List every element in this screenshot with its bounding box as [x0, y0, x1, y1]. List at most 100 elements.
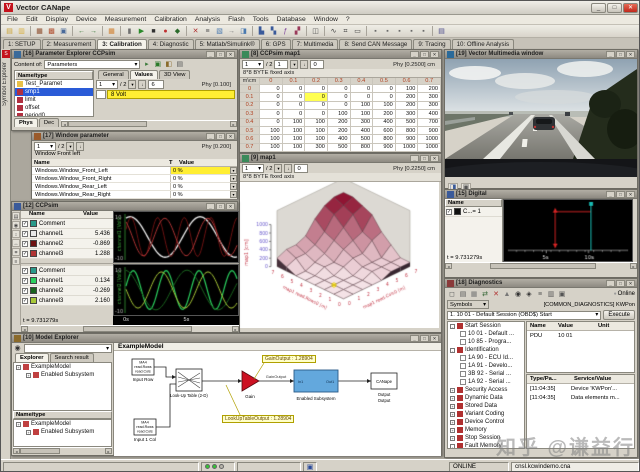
map-value-cell[interactable]: 0	[283, 93, 306, 101]
column-header-cell[interactable]: 0.7	[418, 78, 441, 85]
map-value-cell[interactable]: 0	[305, 93, 328, 101]
window-maximize-button[interactable]: □	[616, 280, 625, 287]
map-value-cell[interactable]: 400	[418, 110, 441, 118]
row-header-cell[interactable]: 0.2	[240, 102, 260, 110]
expand-toggle-icon[interactable]: +	[16, 365, 21, 370]
param-view-tab-3dview[interactable]: 3D View	[159, 70, 190, 79]
app-minimize-button[interactable]: _	[591, 3, 606, 13]
axis-value-box[interactable]: 6	[148, 80, 164, 89]
scope-icon[interactable]: ∿	[328, 26, 339, 37]
log-column-header[interactable]: Type/Pa...	[527, 375, 571, 383]
device-database-icon[interactable]: ▩	[46, 26, 57, 37]
device-view-icon[interactable]: ▣	[58, 26, 69, 37]
map-value-cell[interactable]: 0	[283, 85, 306, 93]
diagnostic-group-item[interactable]: -Fault Memory	[448, 442, 524, 449]
filetype-icon-2[interactable]: ▪	[382, 26, 393, 37]
channel-row[interactable]: ✓channel15.436	[21, 229, 113, 239]
map-value-cell[interactable]: 600	[373, 127, 396, 135]
map-value-cell[interactable]: 100	[305, 135, 328, 143]
parameter-value[interactable]: 0 %	[170, 167, 230, 174]
map-value-cell[interactable]: 100	[351, 110, 374, 118]
diag-filter-icon[interactable]: ▲	[502, 289, 512, 299]
page-tab-4[interactable]: 4: Diagnostic	[148, 39, 194, 49]
map-value-cell[interactable]: 100	[305, 119, 328, 127]
new-window-icon[interactable]: ▧	[214, 26, 225, 37]
parameter-value-cell[interactable]: 8 Volt	[107, 90, 235, 99]
map-value-cell[interactable]: 0	[305, 102, 328, 110]
copy-page-icon[interactable]: ▤	[436, 26, 447, 37]
next-window-icon[interactable]: →	[226, 26, 237, 37]
map-value-cell[interactable]: 0	[260, 93, 283, 101]
waveform-plot-panel2[interactable]	[113, 264, 239, 316]
channel-row[interactable]: ✓channel10.134	[21, 276, 113, 286]
down-button[interactable]: ↓	[300, 60, 308, 69]
model-tab-searchresult[interactable]: Search result	[50, 353, 94, 362]
map-value-cell[interactable]: 700	[418, 119, 441, 127]
diagnostic-group-item[interactable]: +Stop Session	[448, 434, 524, 442]
map-value-cell[interactable]: 100	[260, 135, 283, 143]
model-tab-explorer[interactable]: Explorer	[15, 353, 49, 362]
channel-checkbox[interactable]: ✓	[22, 251, 28, 257]
measure-start-icon[interactable]: ▶	[136, 26, 147, 37]
menu-item-file[interactable]: File	[3, 16, 22, 23]
row-header-cell[interactable]: 0.3	[240, 110, 260, 118]
diagnostic-service-item[interactable]: 10 01 - Default ...	[448, 330, 524, 338]
filetype-icon-3[interactable]: ▪	[394, 26, 405, 37]
window-maximize-button[interactable]: □	[420, 155, 429, 162]
map-value-cell[interactable]: 100	[260, 144, 283, 152]
menu-item-tools[interactable]: Tools	[249, 16, 273, 23]
map-value-cell[interactable]: 100	[283, 127, 306, 135]
measure-stop-icon[interactable]: ■	[148, 26, 159, 37]
map-value-cell[interactable]: 0	[260, 102, 283, 110]
map-value-cell[interactable]: 800	[373, 135, 396, 143]
channel-checkbox[interactable]: ✓	[22, 221, 28, 227]
channel-row[interactable]: ✓Comment	[21, 219, 113, 229]
map-value-cell[interactable]: 300	[418, 102, 441, 110]
copy-icon[interactable]: ▤	[175, 60, 184, 69]
diagnostic-group-item[interactable]: +Dynamic Data	[448, 394, 524, 402]
expand-toggle-icon[interactable]: +	[450, 396, 455, 401]
new-file-icon[interactable]: ▤	[4, 26, 15, 37]
map-value-cell[interactable]: 900	[418, 127, 441, 135]
window-minimize-button[interactable]: _	[410, 335, 419, 342]
window-maximize-button[interactable]: □	[216, 51, 225, 58]
result-column-header[interactable]: Unit	[595, 322, 612, 330]
log-row[interactable]: [11:04:35]Device 'KWPon'...	[527, 384, 634, 393]
map-value-cell[interactable]: 300	[418, 93, 441, 101]
model-search-input[interactable]: ▾	[24, 344, 112, 353]
graph-grid-icon[interactable]: ⌗	[12, 248, 20, 256]
page-tab-7[interactable]: 7: Multimedia	[292, 39, 339, 49]
page-tab-1[interactable]: 1: SETUP	[3, 39, 41, 49]
diag-report-icon[interactable]: ▥	[546, 289, 556, 299]
model-tree-item[interactable]: +Enabled Subsystem	[14, 428, 111, 436]
value-spinner[interactable]: ▾	[230, 175, 237, 182]
tree-horizontal-scrollbar[interactable]: ◂▸	[13, 447, 112, 454]
channel-checkbox[interactable]: ✓	[22, 231, 28, 237]
graph-icon[interactable]: ▙	[256, 26, 267, 37]
filetype-icon-1[interactable]: ▪	[370, 26, 381, 37]
calibration-window-icon[interactable]: ▦	[106, 26, 117, 37]
filetype-icon-4[interactable]: ▪	[406, 26, 417, 37]
map-value-cell[interactable]: 900	[396, 135, 419, 143]
map-value-cell[interactable]: 0	[373, 93, 396, 101]
axis-spin-button[interactable]: ▾	[128, 80, 136, 89]
horizontal-scrollbar[interactable]: ◂▸	[445, 262, 637, 269]
diagnostic-group-item[interactable]: +Variant Coding	[448, 410, 524, 418]
apply-filter-icon[interactable]: ▸	[142, 60, 151, 69]
parameter-tree-item[interactable]: smp1	[15, 88, 93, 96]
map-value-cell[interactable]: 0	[351, 93, 374, 101]
forward-icon[interactable]: →	[88, 26, 99, 37]
signal-checkbox[interactable]: ✓	[446, 209, 452, 215]
model-tree-item[interactable]: +ExampleModel	[14, 363, 111, 371]
map-value-cell[interactable]: 200	[373, 110, 396, 118]
window-close-button[interactable]: ✕	[626, 51, 635, 58]
page-tab-10[interactable]: 10: Offline Analysis	[452, 39, 515, 49]
expand-toggle-icon[interactable]: +	[450, 388, 455, 393]
map-value-cell[interactable]: 0	[305, 85, 328, 93]
map-value-cell[interactable]: 100	[373, 102, 396, 110]
index-box[interactable]: 1▾	[96, 80, 118, 89]
map-value-cell[interactable]: 300	[396, 110, 419, 118]
value-spinner[interactable]: ▾	[230, 191, 237, 198]
diagnostic-service-item[interactable]: 3B 92 - Serial ...	[448, 370, 524, 378]
channel-checkbox[interactable]: ✓	[22, 278, 28, 284]
